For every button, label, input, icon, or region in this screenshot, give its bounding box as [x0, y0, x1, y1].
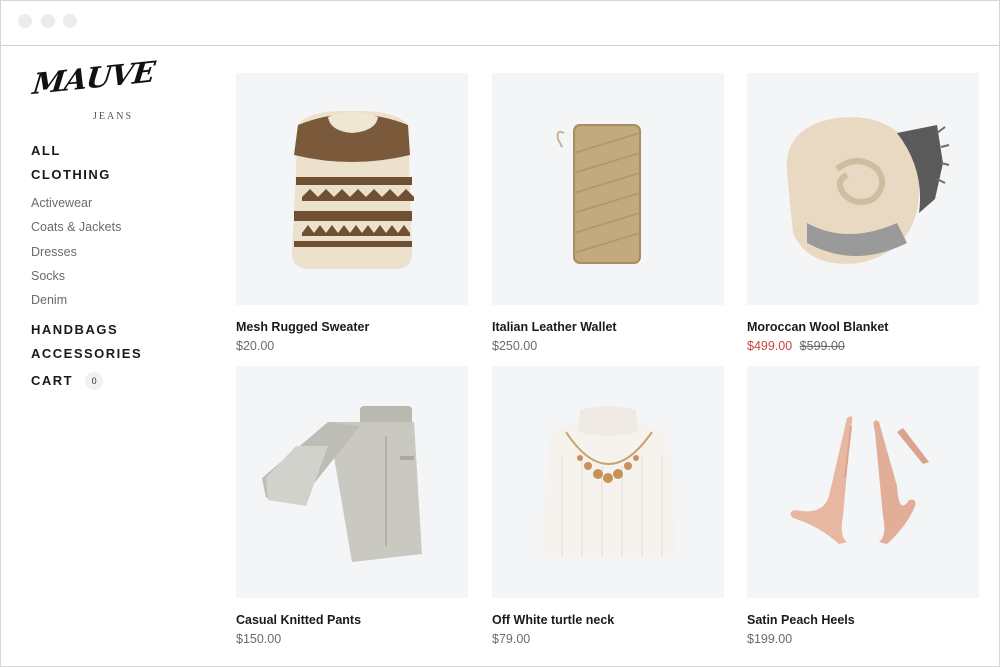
product-name[interactable]: Mesh Rugged Sweater	[236, 319, 468, 335]
cart-link[interactable]: CART 0	[31, 367, 201, 395]
nav-denim[interactable]: Denim	[31, 288, 201, 312]
cart-count-badge: 0	[85, 372, 104, 391]
window-titlebar	[1, 1, 999, 46]
nav-all[interactable]: ALL	[31, 139, 201, 163]
product-name[interactable]: Satin Peach Heels	[747, 612, 979, 628]
wallet-image[interactable]	[492, 73, 724, 305]
heels-image[interactable]	[747, 366, 979, 598]
product-price-row: $499.00 $599.00	[747, 338, 979, 354]
nav-accessories[interactable]: ACCESSORIES	[31, 342, 201, 366]
product-price: $20.00	[236, 339, 275, 353]
product-price: $79.00	[492, 632, 531, 646]
window-minimize-dot[interactable]	[41, 14, 55, 28]
product-card[interactable]: Casual Knitted Pants $150.00	[236, 366, 468, 647]
product-name[interactable]: Moroccan Wool Blanket	[747, 319, 979, 335]
product-sale-price: $499.00	[747, 339, 793, 353]
product-original-price: $599.00	[799, 339, 845, 353]
product-price-row: $79.00	[492, 631, 724, 647]
product-card[interactable]: Moroccan Wool Blanket $499.00 $599.00	[747, 73, 979, 354]
product-price: $250.00	[492, 339, 538, 353]
pants-image[interactable]	[236, 366, 468, 598]
window-close-dot[interactable]	[18, 14, 32, 28]
product-price: $199.00	[747, 632, 793, 646]
product-price-row: $199.00	[747, 631, 979, 647]
sidebar: MAUVE JEANS ALL CLOTHING Activewear Coat…	[31, 55, 201, 395]
logo-subtitle: JEANS	[93, 111, 134, 122]
nav-socks[interactable]: Socks	[31, 264, 201, 288]
window-maximize-dot[interactable]	[63, 14, 77, 28]
nav-dresses[interactable]: Dresses	[31, 240, 201, 264]
clothing-subnav: Activewear Coats & Jackets Dresses Socks…	[31, 191, 201, 312]
brand-logo[interactable]: MAUVE JEANS	[31, 55, 156, 127]
product-name[interactable]: Casual Knitted Pants	[236, 612, 468, 628]
nav-coats-jackets[interactable]: Coats & Jackets	[31, 215, 201, 239]
product-price: $150.00	[236, 632, 282, 646]
product-card[interactable]: Italian Leather Wallet $250.00	[492, 73, 724, 354]
product-name[interactable]: Off White turtle neck	[492, 612, 724, 628]
product-card[interactable]: Mesh Rugged Sweater $20.00	[236, 73, 468, 354]
nav-activewear[interactable]: Activewear	[31, 191, 201, 215]
nav-handbags[interactable]: HANDBAGS	[31, 318, 201, 342]
logo-wordmark: MAUVE	[31, 54, 157, 101]
product-price-row: $150.00	[236, 631, 468, 647]
product-price-row: $20.00	[236, 338, 468, 354]
nav-clothing[interactable]: CLOTHING	[31, 163, 201, 187]
product-card[interactable]: Off White turtle neck $79.00	[492, 366, 724, 647]
product-price-row: $250.00	[492, 338, 724, 354]
nav-cart[interactable]: CART	[31, 367, 73, 395]
browser-window: MAUVE JEANS ALL CLOTHING Activewear Coat…	[0, 0, 1000, 667]
product-card[interactable]: Satin Peach Heels $199.00	[747, 366, 979, 647]
turtleneck-image[interactable]	[492, 366, 724, 598]
blanket-image[interactable]	[747, 73, 979, 305]
sweater-image[interactable]	[236, 73, 468, 305]
product-name[interactable]: Italian Leather Wallet	[492, 319, 724, 335]
